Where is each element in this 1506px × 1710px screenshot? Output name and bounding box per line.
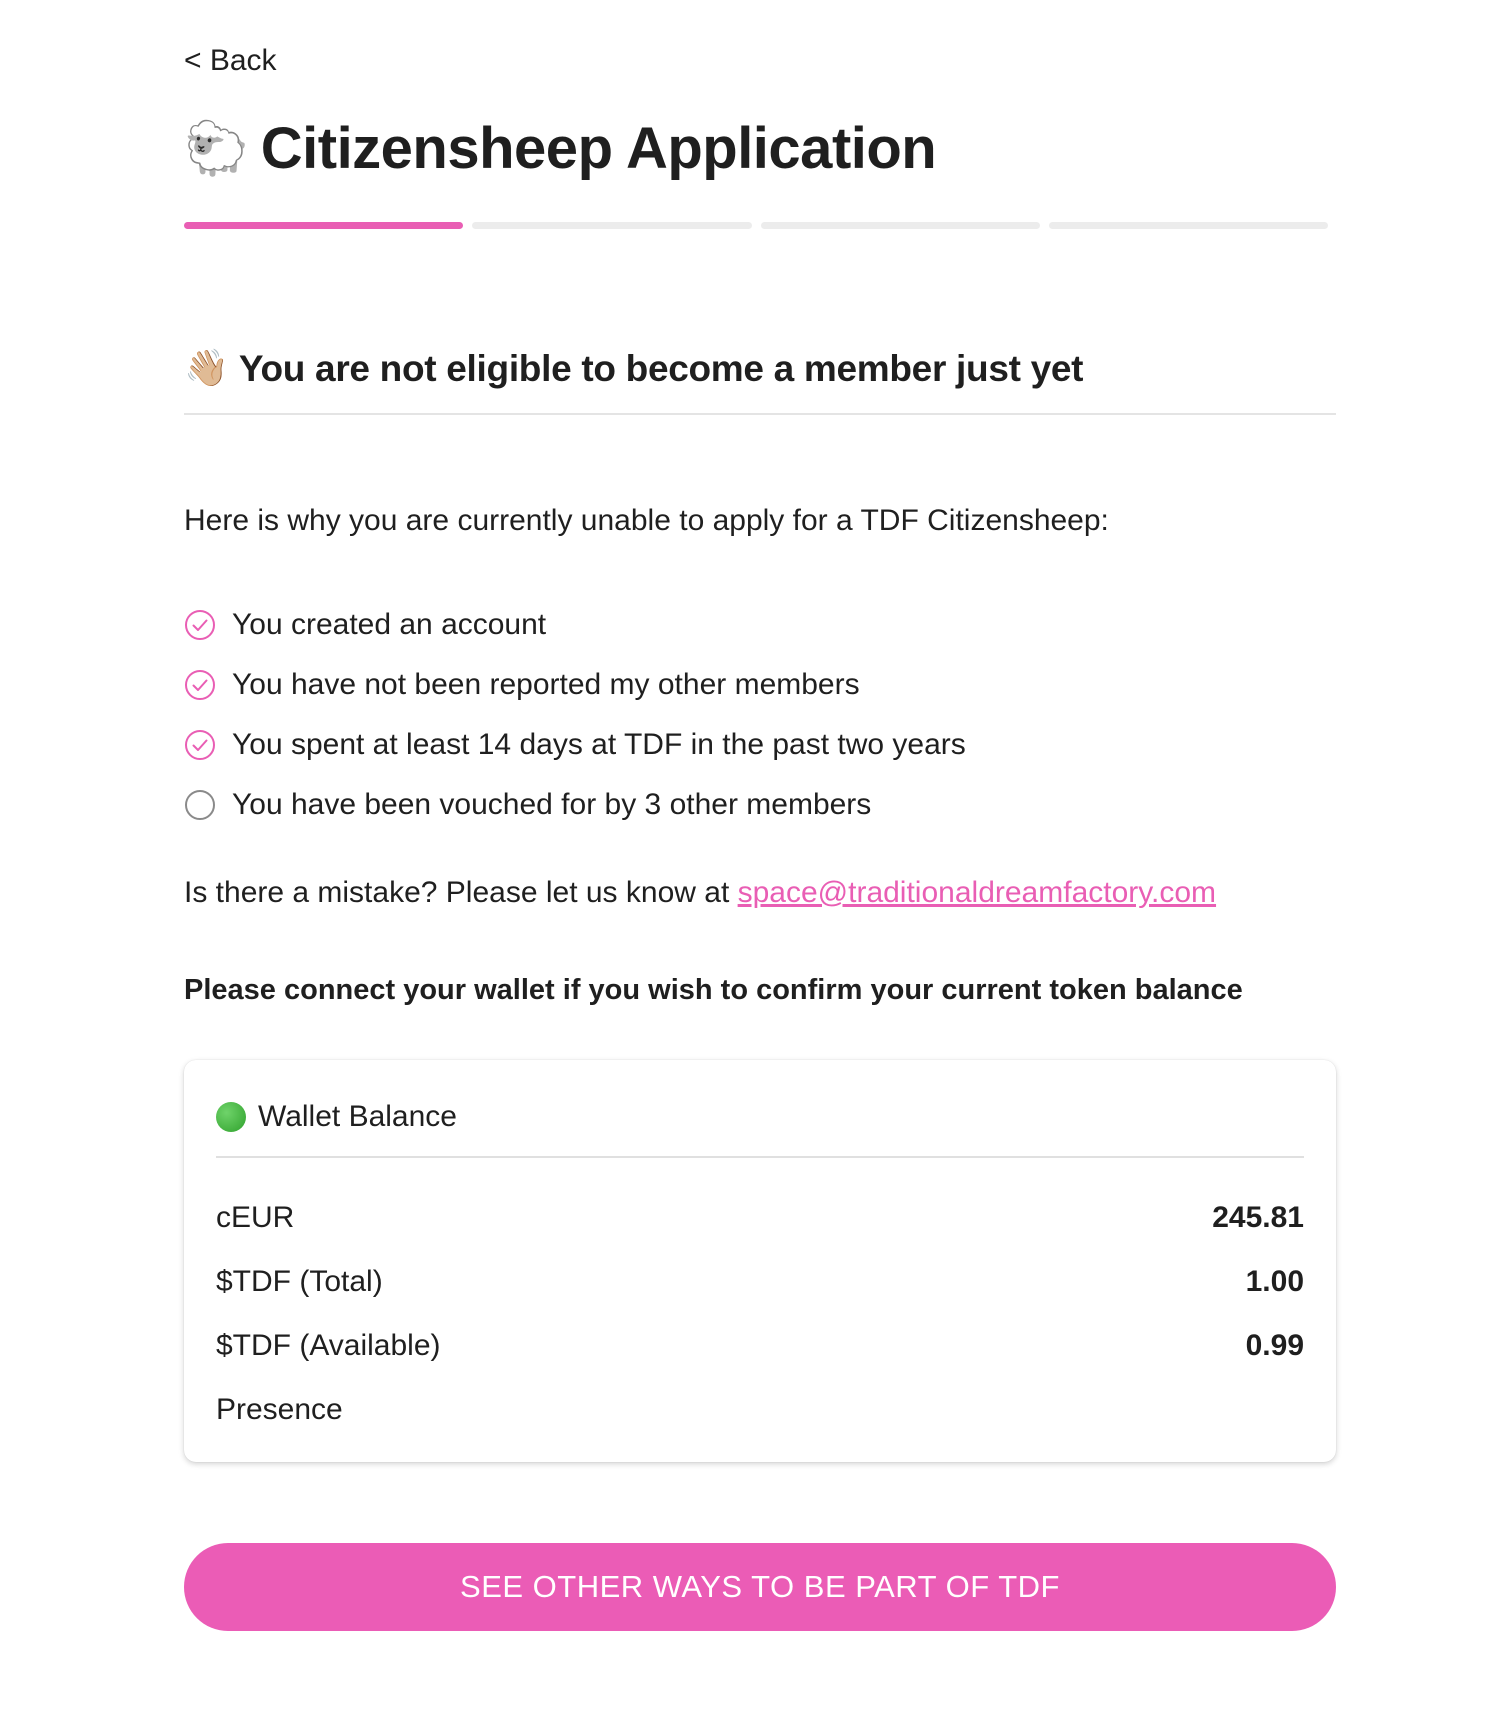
criteria-label: You created an account [232,608,547,641]
progress-step-1 [184,222,464,229]
check-circle-icon [185,670,215,700]
wallet-header: Wallet Balance [216,1100,457,1134]
check-circle-icon [185,610,215,640]
criteria-item: You have not been reported my other memb… [184,655,966,715]
waving-hand-icon: 👋🏼 [184,347,229,389]
wallet-row-value: 0.99 [1245,1329,1304,1362]
back-link[interactable]: < Back [184,44,277,78]
wallet-balance-list: cEUR 245.81 $TDF (Total) 1.00 $TDF (Avai… [216,1186,1304,1442]
progress-step-3 [760,222,1040,229]
wallet-row-tdf-available: $TDF (Available) 0.99 [216,1314,1304,1378]
criteria-label: You have been vouched for by 3 other mem… [232,788,872,821]
contact-text: Is there a mistake? Please let us know a… [184,876,738,909]
wallet-row-ceur: cEUR 245.81 [216,1186,1304,1250]
criteria-item: You have been vouched for by 3 other mem… [184,775,966,835]
wallet-row-value: 1.00 [1245,1265,1304,1298]
contact-line: Is there a mistake? Please let us know a… [184,876,1216,910]
eligibility-heading-text: You are not eligible to become a member … [238,348,1084,389]
page-title: 🐑 Citizensheep Application [184,116,937,181]
eligibility-heading: 👋🏼 You are not eligible to become a memb… [184,350,1083,387]
eligibility-intro: Here is why you are currently unable to … [184,504,1109,537]
page-title-text: Citizensheep Application [260,116,937,181]
progress-step-2 [472,222,752,229]
wallet-row-label: cEUR [216,1201,295,1234]
wallet-title: Wallet Balance [258,1100,457,1133]
wallet-row-value: 245.81 [1212,1201,1304,1234]
empty-circle-icon [185,790,215,820]
wallet-divider [216,1156,1304,1158]
wallet-balance-card: Wallet Balance cEUR 245.81 $TDF (Total) … [184,1060,1336,1462]
see-other-ways-button[interactable]: SEE OTHER WAYS TO BE PART OF TDF [184,1543,1336,1631]
criteria-item: You created an account [184,595,966,655]
eligibility-criteria-list: You created an account You have not been… [184,595,966,835]
criteria-label: You have not been reported my other memb… [232,668,860,701]
sheep-icon: 🐑 [184,119,249,179]
progress-step-4 [1048,222,1328,229]
contact-email-link[interactable]: space@traditionaldreamfactory.com [738,876,1216,909]
wallet-row-tdf-total: $TDF (Total) 1.00 [216,1250,1304,1314]
progress-bar [184,222,1328,229]
check-circle-icon [185,730,215,760]
criteria-item: You spent at least 14 days at TDF in the… [184,715,966,775]
green-circle-icon [216,1102,246,1132]
section-divider [184,413,1336,415]
criteria-label: You spent at least 14 days at TDF in the… [232,728,966,761]
wallet-row-label: $TDF (Total) [216,1265,383,1298]
wallet-row-presence: Presence [216,1378,1304,1442]
wallet-prompt: Please connect your wallet if you wish t… [184,974,1243,1006]
wallet-row-label: Presence [216,1393,343,1426]
wallet-row-label: $TDF (Available) [216,1329,441,1362]
